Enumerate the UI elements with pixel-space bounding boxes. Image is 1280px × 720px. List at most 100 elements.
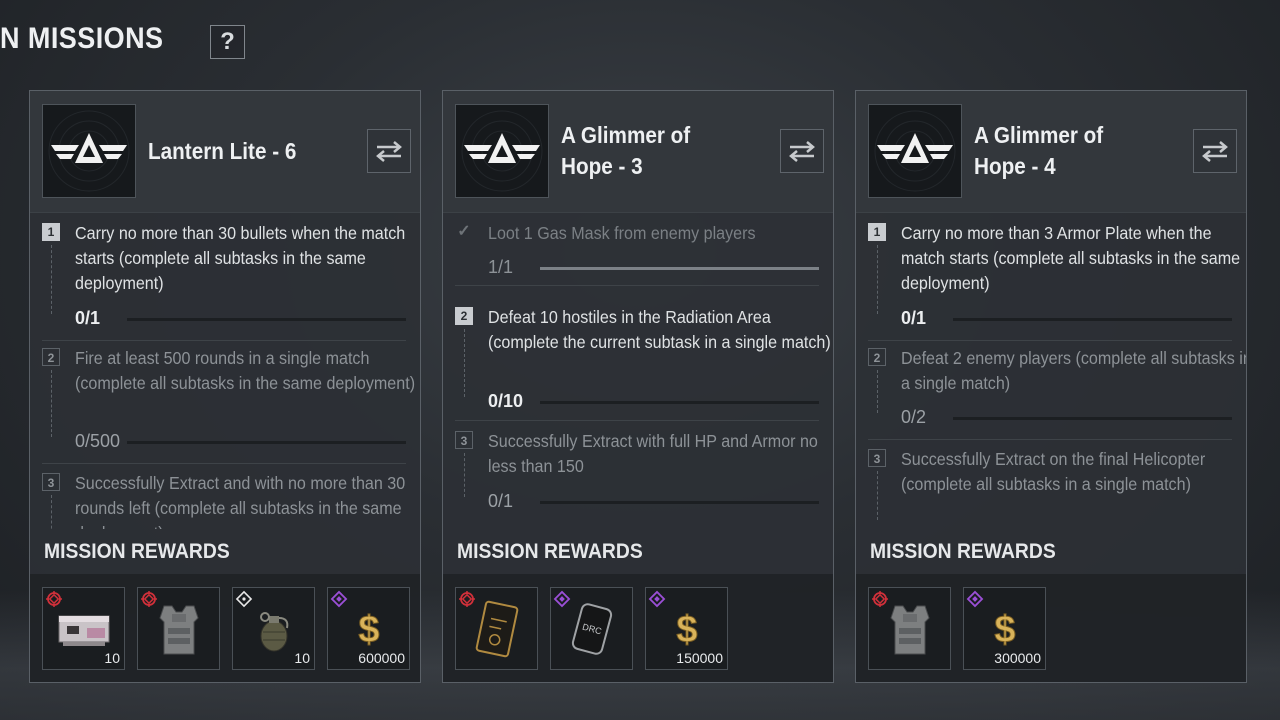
rewards-strip: 10 10 $600000 [30, 574, 420, 682]
task-list: 1 Carry no more than 30 bullets when the … [30, 213, 420, 529]
task-description: Carry no more than 30 bullets when the m… [75, 223, 406, 293]
rarity-red-icon [45, 590, 63, 608]
rarity-purple-icon [330, 590, 348, 608]
progress-label: 0/2 [901, 407, 927, 427]
progress-bar [127, 441, 406, 444]
mission-name: Lantern Lite - 6 [148, 138, 297, 164]
swap-arrows-icon [1200, 139, 1230, 163]
svg-text:$: $ [676, 609, 697, 651]
task-connector [51, 370, 52, 437]
rewards-strip: $300000 [856, 574, 1246, 682]
rewards-title: MISSION REWARDS [457, 540, 643, 563]
task-description: Fire at least 500 rounds in a single mat… [75, 348, 416, 393]
task-connector [877, 471, 878, 520]
wings-emblem-icon [868, 104, 962, 198]
mission-header: Lantern Lite - 6 [30, 91, 420, 213]
progress-fill [540, 267, 819, 270]
page-title: N MISSIONS [0, 22, 164, 55]
progress-label: 0/1 [901, 308, 927, 328]
svg-text:$: $ [994, 609, 1015, 651]
mission-name: A Glimmer of Hope - 4 [974, 122, 1104, 179]
task-connector [877, 245, 878, 314]
task-divider [868, 340, 1232, 341]
rarity-red-icon [871, 590, 889, 608]
mission-card: Lantern Lite - 6 1 Carry no more than 30 b… [29, 90, 421, 683]
swap-mission-button[interactable] [1193, 129, 1237, 173]
progress-bar [953, 417, 1232, 420]
task-number: ✓ [457, 223, 471, 240]
svg-text:$: $ [358, 609, 379, 651]
rewards-title: MISSION REWARDS [44, 540, 230, 563]
task-description: Defeat 10 hostiles in the Radiation Area… [488, 307, 831, 352]
rewards-title: MISSION REWARDS [870, 540, 1056, 563]
swap-mission-button[interactable] [367, 129, 411, 173]
task-connector [877, 370, 878, 413]
task-number: 3 [42, 473, 60, 491]
task-description: Successfully Extract with full HP and Ar… [488, 431, 818, 476]
reward-count: 10 [294, 650, 310, 666]
task-divider [455, 285, 819, 286]
mission-header: A Glimmer of Hope - 4 [856, 91, 1246, 213]
mission-header: A Glimmer of Hope - 3 [443, 91, 833, 213]
rarity-red-icon [140, 590, 158, 608]
reward-count: 150000 [676, 650, 723, 666]
progress-bar [127, 318, 406, 321]
reward-slot[interactable]: $300000 [963, 587, 1046, 670]
rarity-white-icon [235, 590, 253, 608]
rarity-purple-icon [966, 590, 984, 608]
wings-emblem-icon [455, 104, 549, 198]
task-number: 2 [868, 348, 886, 366]
task-divider [42, 340, 406, 341]
reward-slot[interactable]: $600000 [327, 587, 410, 670]
task-number: 3 [455, 431, 473, 449]
wings-emblem-icon [42, 104, 136, 198]
rarity-purple-icon [648, 590, 666, 608]
reward-count: 10 [104, 650, 120, 666]
task-description: Loot 1 Gas Mask from enemy players [488, 223, 756, 243]
progress-label: 1/1 [488, 257, 514, 277]
task-connector [464, 329, 465, 397]
task-list: ✓ Loot 1 Gas Mask from enemy players 1/1 2 D… [443, 213, 833, 529]
reward-slot[interactable] [868, 587, 951, 670]
task-number: 2 [455, 307, 473, 325]
reward-count: 600000 [358, 650, 405, 666]
task-number: 1 [868, 223, 886, 241]
swap-arrows-icon [374, 139, 404, 163]
progress-label: 0/10 [488, 391, 524, 411]
task-divider [455, 420, 819, 421]
progress-bar [540, 501, 819, 504]
progress-label: 0/1 [75, 308, 101, 328]
reward-slot[interactable]: 10 [232, 587, 315, 670]
task-description: Successfully Extract on the final Helico… [901, 449, 1206, 494]
progress-bar [540, 401, 819, 404]
swap-arrows-icon [787, 139, 817, 163]
progress-label: 0/1 [488, 491, 514, 511]
help-button[interactable]: ? [210, 25, 245, 59]
task-connector [51, 495, 52, 529]
task-divider [42, 463, 406, 464]
task-description: Defeat 2 enemy players (complete all sub… [901, 348, 1246, 393]
rarity-red-icon [458, 590, 476, 608]
progress-bar [540, 267, 819, 270]
progress-bar [953, 318, 1232, 321]
reward-slot[interactable]: $150000 [645, 587, 728, 670]
reward-slot[interactable]: DRC [550, 587, 633, 670]
reward-slot[interactable] [137, 587, 220, 670]
rewards-strip: DRC $150000 [443, 574, 833, 682]
task-description: Successfully Extract and with no more th… [75, 473, 406, 529]
reward-slot[interactable] [455, 587, 538, 670]
task-list: 1 Carry no more than 3 Armor Plate when t… [856, 213, 1246, 529]
task-connector [464, 453, 465, 497]
swap-mission-button[interactable] [780, 129, 824, 173]
task-description: Carry no more than 3 Armor Plate when th… [901, 223, 1241, 293]
mission-name: A Glimmer of Hope - 3 [561, 122, 691, 179]
mission-card: A Glimmer of Hope - 4 1 Carry no more than… [855, 90, 1247, 683]
task-divider [868, 439, 1232, 440]
reward-slot[interactable]: 10 [42, 587, 125, 670]
rarity-purple-icon [553, 590, 571, 608]
task-number: 3 [868, 449, 886, 467]
progress-label: 0/500 [75, 431, 121, 451]
mission-card: A Glimmer of Hope - 3 ✓ Loot 1 Gas Mask fr… [442, 90, 834, 683]
task-number: 1 [42, 223, 60, 241]
task-connector [51, 245, 52, 314]
